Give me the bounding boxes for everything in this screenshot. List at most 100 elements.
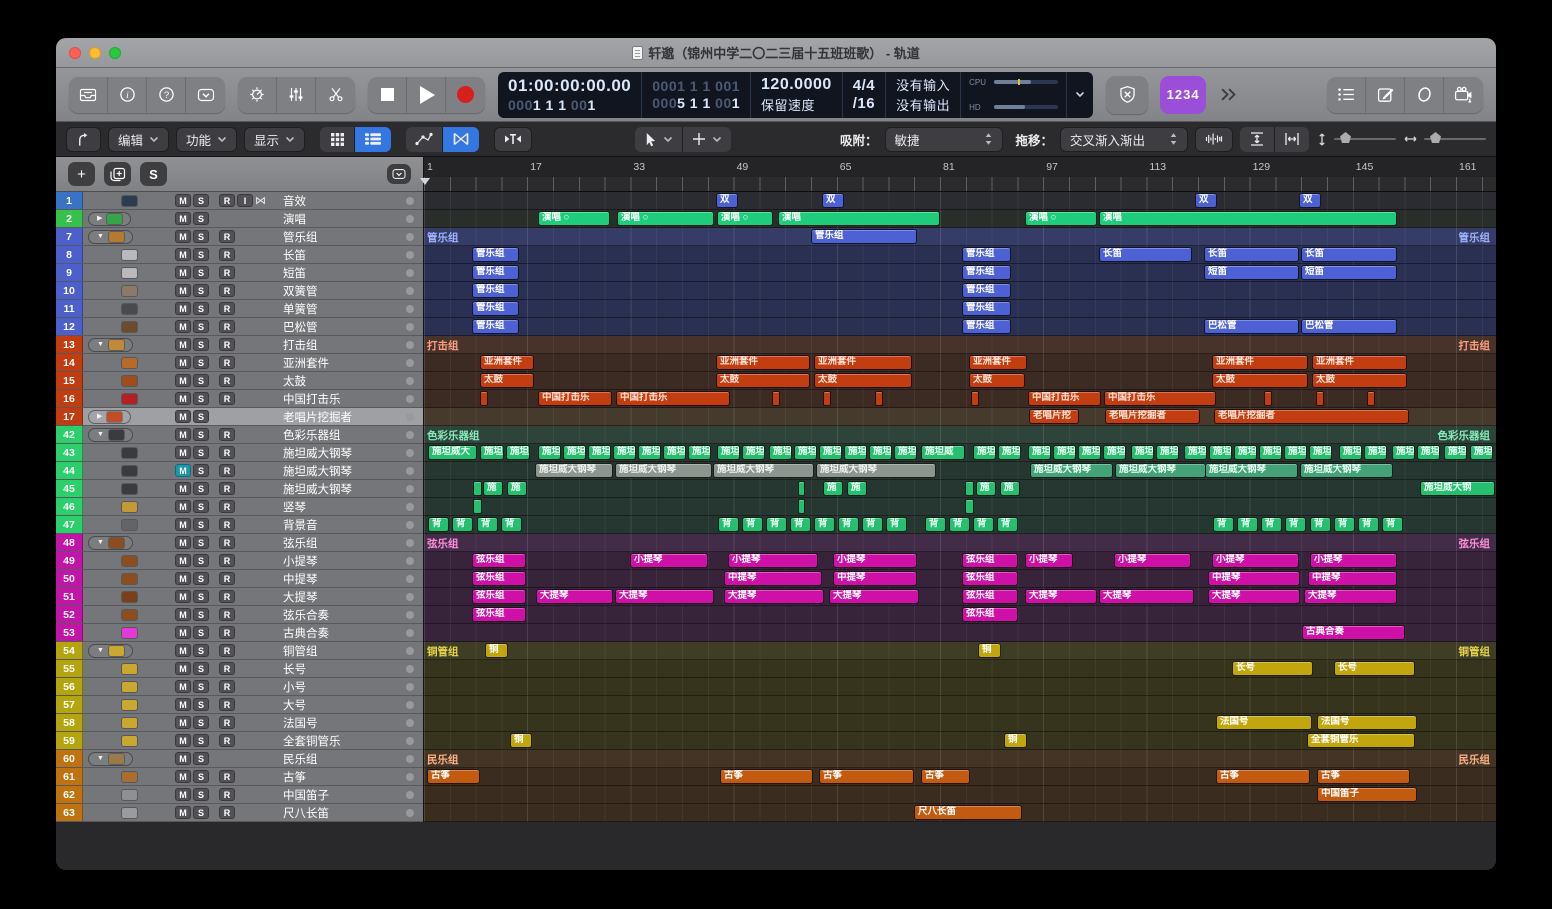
track-name[interactable]: 太鼓 (275, 373, 406, 389)
back-arrow-button[interactable] (66, 127, 101, 152)
mute-button[interactable]: M (175, 554, 191, 567)
solo-button[interactable]: S (193, 806, 209, 819)
track-lane-7[interactable]: 管乐组管乐组管乐组 (424, 228, 1496, 246)
zoom-button[interactable] (109, 47, 121, 59)
track-lane-8[interactable]: 管乐组管乐组长笛长笛长笛 (424, 246, 1496, 264)
track-header-10[interactable]: 10MSR双簧管 (56, 282, 423, 300)
track-header-61[interactable]: 61MSR古筝 (56, 768, 423, 786)
track-name[interactable]: 古筝 (275, 769, 406, 785)
track-header-8[interactable]: 8MSR长笛 (56, 246, 423, 264)
automation-button[interactable] (406, 127, 442, 152)
solo-button[interactable]: S (193, 392, 209, 405)
region-演唱 ○[interactable]: 演唱 ○ (617, 211, 714, 226)
region-背[interactable]: 背 (814, 517, 835, 532)
region-sliver[interactable] (971, 391, 979, 406)
region-施坦[interactable]: 施坦 (563, 445, 586, 460)
region-弦乐组[interactable]: 弦乐组 (472, 589, 526, 604)
solo-button[interactable]: S (193, 446, 209, 459)
region-施坦[interactable]: 施坦 (844, 445, 867, 460)
track-state-dot[interactable] (406, 413, 414, 421)
region-演唱[interactable]: 演唱 (1099, 211, 1397, 226)
region-中提琴[interactable]: 中提琴 (1308, 571, 1397, 586)
track-header-7[interactable]: 7▼MSR管乐组 (56, 228, 423, 246)
count-in-button[interactable]: 1234 (1160, 76, 1206, 114)
region-背[interactable]: 背 (718, 517, 739, 532)
region-背[interactable]: 背 (1285, 517, 1306, 532)
region-施坦[interactable]: 施坦 (1028, 445, 1051, 460)
region-管乐组[interactable]: 管乐组 (472, 265, 519, 280)
region-老唱片挖掘者[interactable]: 老唱片挖掘者 (1105, 409, 1200, 424)
solo-button[interactable]: S (193, 356, 209, 369)
track-name[interactable]: 铜管组 (275, 643, 406, 659)
track-header-59[interactable]: 59MSR全套铜管乐 (56, 732, 423, 750)
mute-button[interactable]: M (175, 716, 191, 729)
track-state-dot[interactable] (406, 233, 414, 241)
region-太鼓[interactable]: 太鼓 (716, 373, 810, 388)
region-亚洲套件[interactable]: 亚洲套件 (814, 355, 912, 370)
mute-button[interactable]: M (175, 518, 191, 531)
track-header-56[interactable]: 56MSR小号 (56, 678, 423, 696)
record-enable-button[interactable]: R (219, 716, 235, 729)
region-小提琴[interactable]: 小提琴 (1310, 553, 1397, 568)
track-state-dot[interactable] (406, 557, 414, 565)
record-enable-button[interactable]: R (219, 572, 235, 585)
region-弦乐组[interactable]: 弦乐组 (962, 607, 1018, 622)
record-enable-button[interactable]: R (219, 248, 235, 261)
region-sliver[interactable] (798, 499, 805, 514)
panel-options-button[interactable] (387, 164, 411, 184)
track-state-dot[interactable] (406, 575, 414, 583)
mixer-icon[interactable] (277, 77, 316, 113)
mute-button[interactable]: M (175, 500, 191, 513)
region-施坦威大钢琴[interactable]: 施坦威大钢琴 (1115, 463, 1206, 478)
record-icon[interactable] (446, 77, 485, 113)
record-enable-button[interactable]: R (219, 644, 235, 657)
mute-button[interactable]: M (175, 482, 191, 495)
region-管乐组[interactable]: 管乐组 (962, 283, 1011, 298)
track-state-dot[interactable] (406, 647, 414, 655)
region-双[interactable]: 双 (1195, 193, 1217, 208)
region-太鼓[interactable]: 太鼓 (969, 373, 1025, 388)
track-state-dot[interactable] (406, 701, 414, 709)
lcd-segment-2[interactable]: 120.0000保留速度 (751, 72, 843, 118)
region-施[interactable]: 施 (976, 481, 996, 496)
track-name[interactable]: 双簧管 (275, 283, 406, 299)
region-sliver[interactable] (965, 481, 974, 496)
region-管乐组[interactable]: 管乐组 (962, 301, 1011, 316)
duplicate-track-button[interactable] (104, 162, 131, 186)
mute-button[interactable]: M (175, 770, 191, 783)
region-sliver[interactable] (965, 499, 974, 514)
region-管乐组[interactable]: 管乐组 (472, 319, 519, 334)
region-施坦[interactable]: 施坦 (1209, 445, 1232, 460)
region-背[interactable]: 背 (973, 517, 994, 532)
mute-button[interactable]: M (175, 734, 191, 747)
region-施坦威大钢琴[interactable]: 施坦威大钢琴 (816, 463, 936, 478)
track-lane-42[interactable]: 色彩乐器组色彩乐器组 (424, 426, 1496, 444)
track-lane-55[interactable]: 长号长号 (424, 660, 1496, 678)
region-施坦[interactable]: 施坦 (480, 445, 504, 460)
solo-button[interactable]: S (193, 302, 209, 315)
region-太鼓[interactable]: 太鼓 (814, 373, 912, 388)
mute-button[interactable]: M (175, 284, 191, 297)
region-长号[interactable]: 长号 (1232, 661, 1313, 676)
library-icon[interactable] (69, 77, 108, 113)
track-state-dot[interactable] (406, 395, 414, 403)
track-state-dot[interactable] (406, 341, 414, 349)
region-背[interactable]: 背 (1310, 517, 1331, 532)
track-header-47[interactable]: 47MSR背景音 (56, 516, 423, 534)
track-header-51[interactable]: 51MSR大提琴 (56, 588, 423, 606)
solo-button[interactable]: S (193, 212, 209, 225)
region-小提琴[interactable]: 小提琴 (1114, 553, 1191, 568)
region-施坦[interactable]: 施坦 (1103, 445, 1126, 460)
disclosure-pill[interactable]: ▼ (88, 338, 133, 352)
region-中提琴[interactable]: 中提琴 (724, 571, 822, 586)
record-enable-button[interactable]: R (219, 338, 235, 351)
region-背[interactable]: 背 (1237, 517, 1258, 532)
solo-button[interactable]: S (193, 266, 209, 279)
track-name[interactable]: 施坦威大钢琴 (275, 463, 406, 479)
track-lane-48[interactable]: 弦乐组弦乐组 (424, 534, 1496, 552)
track-lane-47[interactable]: 背背背背背背背背背背背背背背背背背背背背背背背背 (424, 516, 1496, 534)
track-header-48[interactable]: 48▼MSR弦乐组 (56, 534, 423, 552)
track-header-9[interactable]: 9MSR短笛 (56, 264, 423, 282)
track-name[interactable]: 短笛 (275, 265, 406, 281)
track-lane-57[interactable] (424, 696, 1496, 714)
